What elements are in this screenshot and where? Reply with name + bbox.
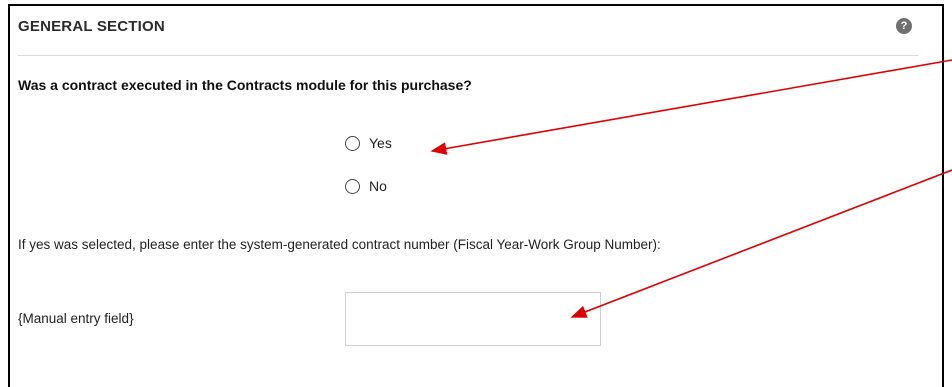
contract-number-instruction: If yes was selected, please enter the sy… [18,237,661,252]
contract-number-input[interactable] [345,292,601,346]
radio-button-no[interactable] [345,178,360,194]
manual-entry-label: {Manual entry field} [18,311,134,326]
radio-option-yes[interactable]: Yes [345,135,392,151]
radio-button-yes[interactable] [345,135,360,151]
radio-option-no[interactable]: No [345,178,387,194]
contract-question: Was a contract executed in the Contracts… [18,77,472,93]
radio-label-yes: Yes [369,135,392,151]
radio-label-no: No [369,178,387,194]
section-divider [18,55,918,56]
section-title: GENERAL SECTION [18,18,165,35]
help-icon[interactable]: ? [896,18,912,34]
